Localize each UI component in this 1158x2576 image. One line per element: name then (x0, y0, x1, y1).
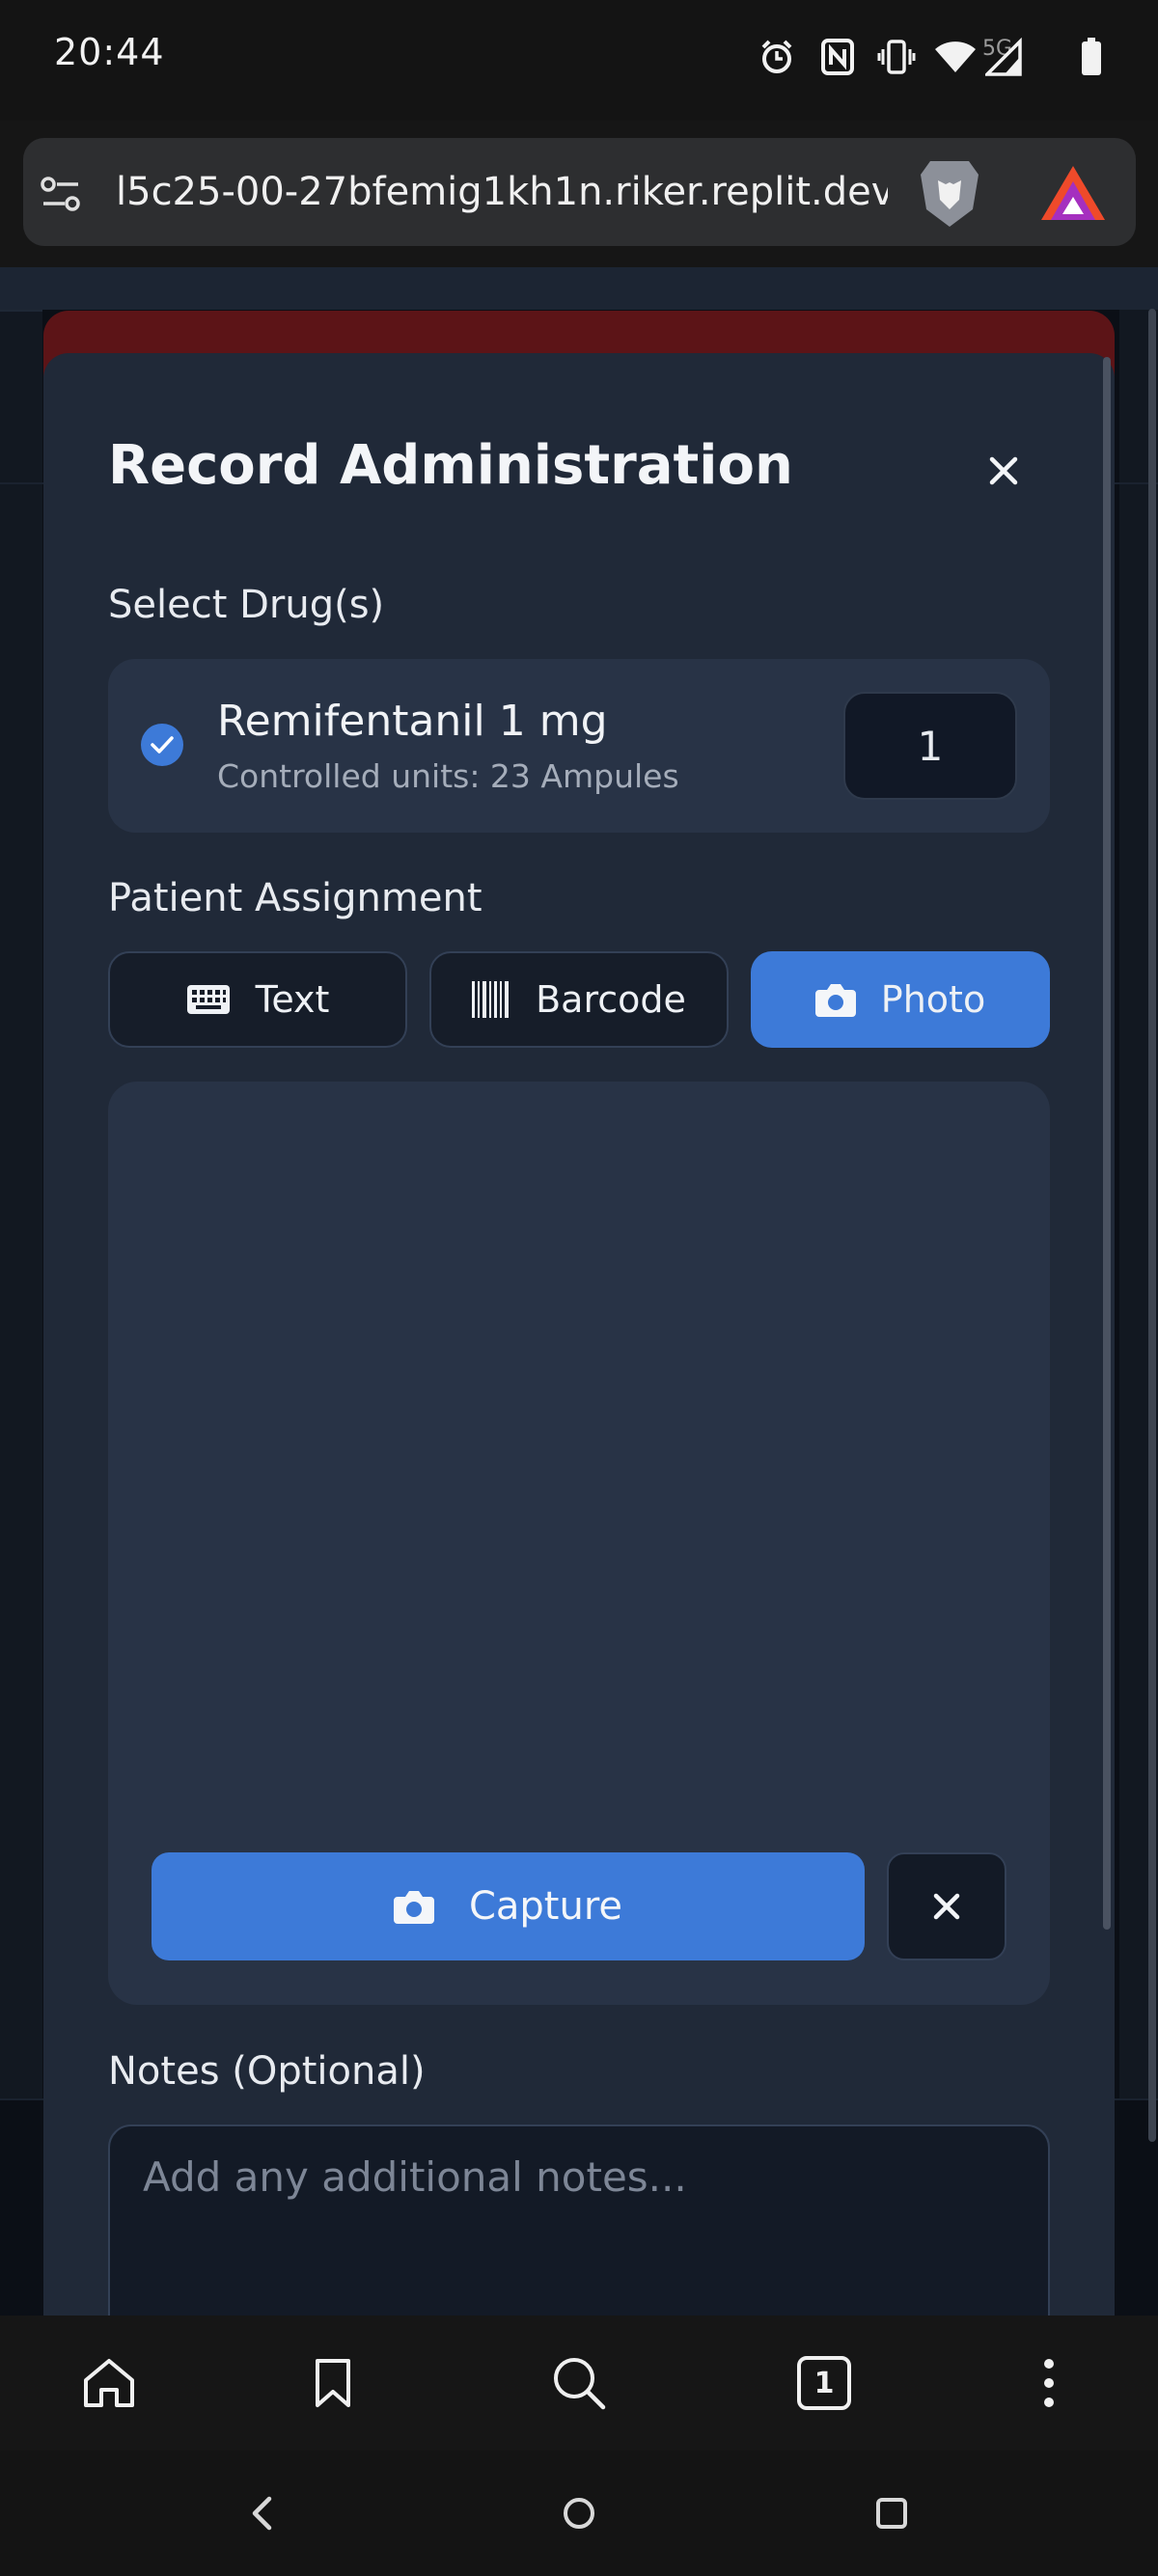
cancel-photo-button[interactable] (887, 1852, 1006, 1960)
camera-icon (393, 1891, 434, 1924)
drug-checkbox[interactable] (141, 724, 183, 766)
capture-button[interactable]: Capture (152, 1852, 865, 1960)
page-scrollbar[interactable] (1148, 309, 1156, 2142)
modal-scrollbar[interactable] (1103, 357, 1111, 1930)
back-button[interactable] (218, 2470, 305, 2557)
close-icon (933, 1893, 960, 1920)
back-icon (252, 2496, 272, 2531)
modal-title: Record Administration (108, 434, 793, 497)
page-header-strip (0, 267, 1158, 310)
more-menu-button[interactable] (1006, 2340, 1092, 2426)
url-text[interactable]: l5c25-00-27bfemig1kh1n.riker.replit.dev (116, 170, 888, 214)
tab-barcode[interactable]: Barcode (429, 951, 729, 1048)
alarm-icon (755, 35, 799, 79)
recents-button[interactable] (848, 2470, 935, 2557)
patient-assignment-label: Patient Assignment (108, 876, 482, 920)
tab-photo-label: Photo (880, 978, 986, 1021)
home-icon (84, 2359, 134, 2407)
battery-icon (1077, 35, 1106, 79)
page-left-panel (0, 310, 42, 2099)
wifi-icon (931, 35, 979, 79)
brave-shields-icon[interactable] (915, 154, 984, 232)
tabs-icon: 1 (797, 2356, 851, 2410)
capture-label: Capture (468, 1884, 623, 1929)
drug-controlled-units: Controlled units: 23 Ampules (217, 757, 679, 795)
home-nav-button[interactable] (536, 2470, 622, 2557)
camera-icon (814, 984, 856, 1017)
select-drugs-label: Select Drug(s) (108, 583, 385, 627)
close-icon (989, 456, 1018, 485)
search-button[interactable] (536, 2340, 622, 2426)
site-settings-icon[interactable] (37, 170, 85, 218)
bookmark-icon (316, 2359, 350, 2407)
drug-name: Remifentanil 1 mg (217, 697, 608, 746)
barcode-icon (472, 981, 510, 1018)
tab-text-label: Text (255, 978, 330, 1021)
square-recents-icon (876, 2498, 907, 2529)
bookmarks-button[interactable] (290, 2340, 376, 2426)
search-icon (554, 2358, 606, 2410)
tabs-button[interactable]: 1 (781, 2340, 868, 2426)
home-button[interactable] (66, 2340, 152, 2426)
check-icon (151, 736, 174, 754)
vibrate-icon (874, 35, 919, 79)
tabs-count: 1 (813, 2366, 835, 2400)
drug-quantity-input[interactable]: 1 (843, 692, 1017, 800)
nfc-icon (815, 35, 860, 79)
keyboard-icon (186, 985, 230, 1014)
brave-rewards-icon[interactable] (1034, 160, 1112, 228)
tab-barcode-label: Barcode (536, 978, 686, 1021)
signal-icon (982, 35, 1027, 79)
tab-photo[interactable]: Photo (751, 951, 1050, 1048)
tab-text[interactable]: Text (108, 951, 407, 1048)
close-modal-button[interactable] (975, 442, 1033, 500)
circle-home-icon (564, 2498, 594, 2529)
status-time: 20:44 (54, 31, 165, 73)
more-icon (1044, 2359, 1054, 2407)
notes-label: Notes (Optional) (108, 2049, 426, 2094)
